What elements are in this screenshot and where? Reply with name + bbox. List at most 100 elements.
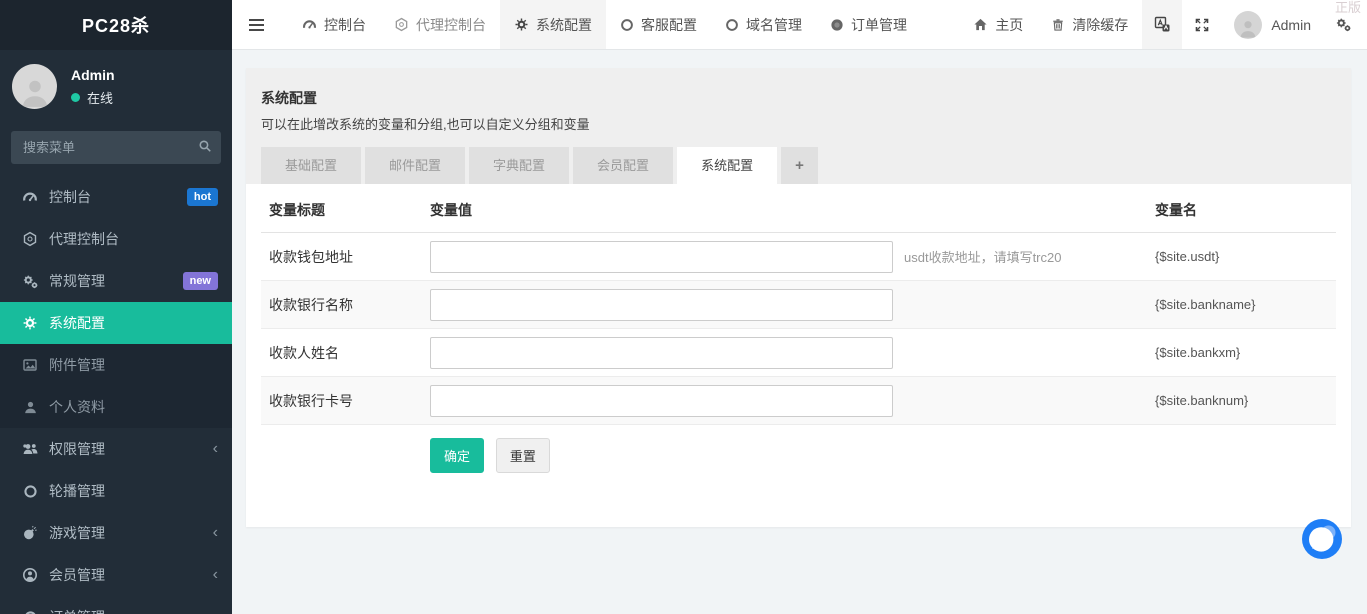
sidebar-item-carousel-management[interactable]: 轮播管理 — [0, 470, 232, 512]
sidebar-item-order-management[interactable]: 订单管理 — [0, 596, 232, 614]
variable-name: {$site.bankname} — [1155, 297, 1336, 312]
column-header-value: 变量值 — [430, 200, 1155, 220]
top-navbar: 控制台 代理控制台 系统配置 客服配置 域名管理 订单管理 主页 — [232, 0, 1367, 50]
sidebar-item-general-management[interactable]: 常规管理 new — [0, 260, 232, 302]
table-row: 收款银行卡号 {$site.banknum} — [261, 377, 1336, 425]
dashboard-icon — [20, 189, 40, 205]
usdt-address-input[interactable] — [430, 241, 893, 273]
language-button[interactable] — [1142, 0, 1182, 49]
circle-icon — [20, 610, 40, 614]
page-title: 系统配置 — [261, 88, 1336, 108]
online-dot — [71, 93, 80, 102]
user-icon — [20, 400, 40, 415]
users-icon — [20, 441, 40, 458]
column-header-title: 变量标题 — [261, 200, 430, 220]
variable-name: {$site.bankxm} — [1155, 345, 1336, 360]
live-chat-button[interactable] — [1300, 517, 1344, 561]
config-panel: 系统配置 可以在此增改系统的变量和分组,也可以自定义分组和变量 基础配置 邮件配… — [246, 68, 1351, 527]
table-row: 收款银行名称 {$site.bankname} — [261, 281, 1336, 329]
row-title: 收款银行卡号 — [261, 391, 430, 411]
tab-dashboard[interactable]: 控制台 — [288, 0, 380, 49]
sidebar-search — [11, 131, 221, 164]
form-actions: 确定 重置 — [261, 425, 1336, 501]
tab-system-config[interactable]: 系统配置 — [677, 147, 777, 184]
tab-order-management[interactable]: 订单管理 — [816, 0, 921, 49]
payee-name-input[interactable] — [430, 337, 893, 369]
sidebar-item-attachment-management[interactable]: 附件管理 — [0, 344, 232, 386]
chat-bubble-icon — [1300, 517, 1344, 561]
field-hint: usdt收款地址，请填写trc20 — [904, 247, 1061, 266]
chevron-left-icon: ‹ — [213, 525, 218, 541]
sidebar: PC28杀 Admin 在线 控制台 hot — [0, 0, 232, 614]
column-header-name: 变量名 — [1155, 200, 1336, 220]
search-input[interactable] — [11, 131, 221, 164]
main-content: 系统配置 可以在此增改系统的变量和分组,也可以自定义分组和变量 基础配置 邮件配… — [232, 50, 1367, 614]
tab-dictionary-config[interactable]: 字典配置 — [469, 147, 569, 184]
submit-button[interactable]: 确定 — [430, 438, 484, 473]
config-tabs: 基础配置 邮件配置 字典配置 会员配置 系统配置 + — [261, 147, 1336, 184]
variable-name: {$site.banknum} — [1155, 393, 1336, 408]
gear-icon — [20, 315, 40, 331]
sidebar-item-system-config[interactable]: 系统配置 — [0, 302, 232, 344]
bank-name-input[interactable] — [430, 289, 893, 321]
gears-icon — [1335, 16, 1352, 33]
tab-domain-management[interactable]: 域名管理 — [711, 0, 816, 49]
new-badge: new — [183, 272, 218, 290]
avatar — [1234, 11, 1262, 39]
table-row: 收款钱包地址 usdt收款地址，请填写trc20 {$site.usdt} — [261, 233, 1336, 281]
sidebar-item-agent-console[interactable]: 代理控制台 — [0, 218, 232, 260]
sidebar-item-member-management[interactable]: 会员管理 ‹ — [0, 554, 232, 596]
panel-header: 系统配置 可以在此增改系统的变量和分组,也可以自定义分组和变量 基础配置 邮件配… — [246, 68, 1351, 184]
home-icon — [973, 17, 988, 32]
tab-basic-config[interactable]: 基础配置 — [261, 147, 361, 184]
row-title: 收款钱包地址 — [261, 247, 430, 267]
bank-card-number-input[interactable] — [430, 385, 893, 417]
sidebar-toggle-button[interactable] — [232, 0, 288, 49]
tab-agent-console[interactable]: 代理控制台 — [380, 0, 500, 49]
tab-member-config[interactable]: 会员配置 — [573, 147, 673, 184]
sidebar-item-permission-management[interactable]: 权限管理 ‹ — [0, 428, 232, 470]
hot-badge: hot — [187, 188, 218, 206]
user-menu[interactable]: Admin — [1222, 0, 1323, 49]
user-name: Admin — [71, 67, 115, 83]
sidebar-menu: 控制台 hot 代理控制台 常规管理 new 系统配置 附件管理 — [0, 176, 232, 614]
chevron-left-icon: ‹ — [213, 441, 218, 457]
circle-icon — [725, 18, 739, 32]
sidebar-item-profile[interactable]: 个人资料 — [0, 386, 232, 428]
image-icon — [20, 357, 40, 373]
tab-system-config[interactable]: 系统配置 — [500, 0, 606, 49]
chevron-left-icon: ‹ — [213, 567, 218, 583]
add-tab-button[interactable]: + — [781, 147, 818, 184]
fullscreen-button[interactable] — [1182, 0, 1222, 49]
home-button[interactable]: 主页 — [959, 0, 1037, 49]
sidebar-item-dashboard[interactable]: 控制台 hot — [0, 176, 232, 218]
brand-logo: PC28杀 — [0, 0, 232, 50]
config-table: 变量标题 变量值 变量名 收款钱包地址 usdt收款地址，请填写trc20 {$… — [261, 184, 1336, 501]
expand-icon — [1194, 17, 1210, 33]
dashboard-icon — [302, 17, 317, 32]
hexagon-icon — [394, 17, 409, 32]
sidebar-item-game-management[interactable]: 游戏管理 ‹ — [0, 512, 232, 554]
reset-button[interactable]: 重置 — [496, 438, 550, 473]
user-circle-icon — [20, 567, 40, 583]
trash-icon — [1051, 17, 1065, 32]
gear-icon — [514, 17, 529, 32]
translate-icon — [1154, 16, 1171, 33]
search-icon — [198, 139, 212, 153]
bomb-icon — [20, 525, 40, 541]
tab-customer-service-config[interactable]: 客服配置 — [606, 0, 711, 49]
watermark: 正版 — [1335, 0, 1361, 16]
page-subtitle: 可以在此增改系统的变量和分组,也可以自定义分组和变量 — [261, 114, 1336, 133]
tab-mail-config[interactable]: 邮件配置 — [365, 147, 465, 184]
filled-circle-icon — [830, 18, 844, 32]
user-panel: Admin 在线 — [0, 50, 232, 121]
clear-cache-button[interactable]: 清除缓存 — [1037, 0, 1142, 49]
hexagon-icon — [20, 231, 40, 247]
hamburger-icon — [248, 18, 265, 32]
gears-icon — [20, 273, 40, 290]
circle-icon — [620, 18, 634, 32]
username: Admin — [1271, 17, 1311, 33]
avatar — [12, 64, 57, 109]
row-title: 收款银行名称 — [261, 295, 430, 315]
row-title: 收款人姓名 — [261, 343, 430, 363]
